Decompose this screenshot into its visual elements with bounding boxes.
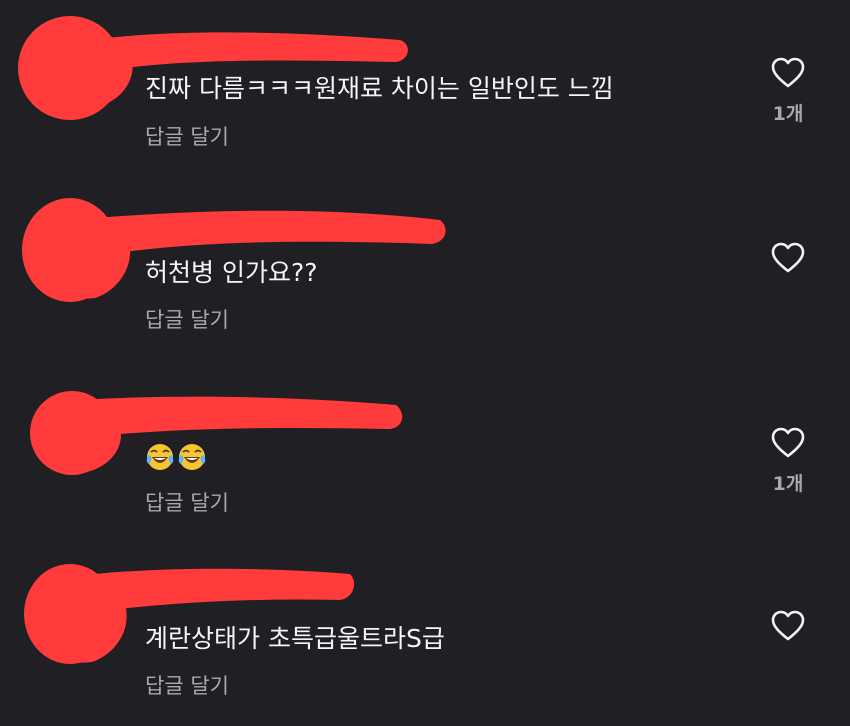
redaction-scribble: [22, 198, 446, 302]
reply-button[interactable]: 답글 달기: [145, 673, 229, 699]
like-button[interactable]: [760, 610, 816, 656]
heart-outline-icon[interactable]: [771, 242, 805, 274]
like-button[interactable]: [760, 242, 816, 288]
comment-text: 계란상태가 초특급울트라S급: [145, 624, 445, 653]
comment-item: 계란상태가 초특급울트라S급 답글 달기: [0, 550, 850, 726]
face-with-tears-of-joy-icon: [146, 444, 174, 470]
like-button[interactable]: 1개: [760, 57, 816, 125]
redaction-scribble: [30, 391, 403, 475]
reply-button[interactable]: 답글 달기: [145, 307, 229, 333]
comment-item: 진짜 다름ㅋㅋㅋ원재료 차이는 일반인도 느낌 답글 달기 1개: [0, 0, 850, 180]
like-count: 1개: [772, 473, 804, 495]
reply-button[interactable]: 답글 달기: [145, 124, 229, 150]
comment-item: 허천병 인가요?? 답글 달기: [0, 180, 850, 365]
like-button[interactable]: 1개: [760, 427, 816, 495]
heart-outline-icon[interactable]: [771, 610, 805, 642]
reply-button[interactable]: 답글 달기: [145, 490, 229, 516]
comment-text: 진짜 다름ㅋㅋㅋ원재료 차이는 일반인도 느낌: [145, 74, 614, 103]
face-with-tears-of-joy-icon: [178, 444, 206, 470]
comment-item: 답글 달기 1개: [0, 365, 850, 550]
heart-outline-icon[interactable]: [771, 427, 805, 459]
heart-outline-icon[interactable]: [771, 57, 805, 89]
like-count: 1개: [772, 103, 804, 125]
comment-text: 허천병 인가요??: [145, 258, 318, 287]
comment-text: [145, 441, 209, 472]
